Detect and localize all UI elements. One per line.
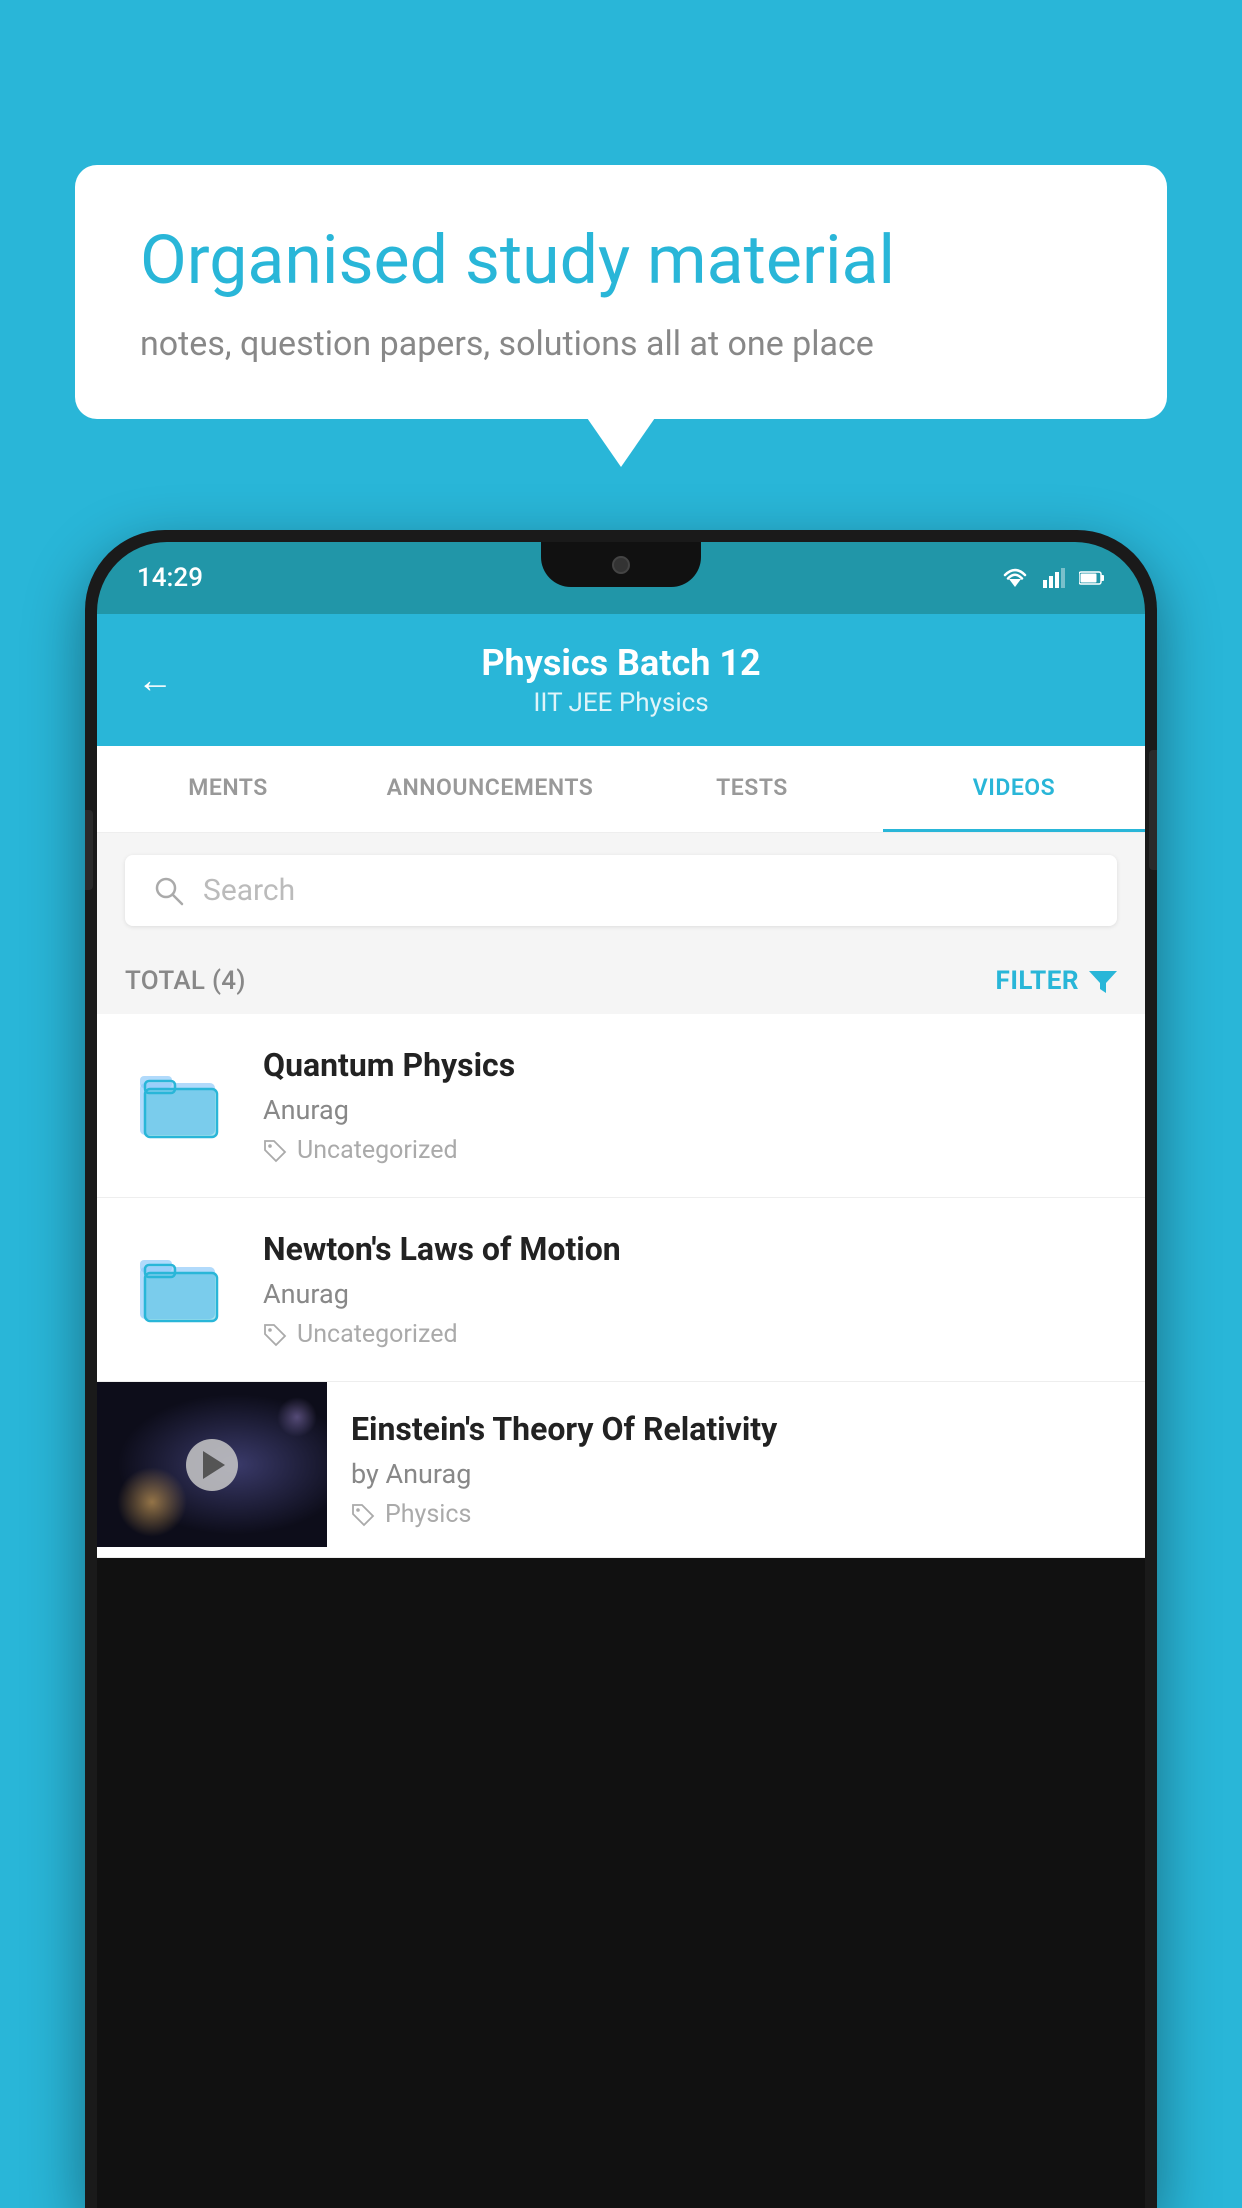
tag-icon-einstein bbox=[351, 1503, 375, 1527]
filter-button[interactable]: FILTER bbox=[996, 966, 1117, 996]
filter-row: TOTAL (4) FILTER bbox=[97, 948, 1145, 1014]
tag-icon-quantum bbox=[263, 1139, 287, 1163]
video-info-quantum: Quantum Physics Anurag Uncategorized bbox=[263, 1046, 1117, 1165]
video-author-quantum: Anurag bbox=[263, 1094, 1117, 1126]
search-icon bbox=[153, 875, 185, 907]
phone-inner: 14:29 bbox=[97, 542, 1145, 2208]
video-item-quantum[interactable]: Quantum Physics Anurag Uncategorized bbox=[97, 1014, 1145, 1198]
speech-bubble: Organised study material notes, question… bbox=[75, 165, 1167, 419]
orb2 bbox=[277, 1397, 317, 1437]
bubble-subtitle: notes, question papers, solutions all at… bbox=[140, 324, 1102, 364]
search-container: Search bbox=[97, 833, 1145, 948]
notch bbox=[541, 542, 701, 587]
search-bar[interactable]: Search bbox=[125, 855, 1117, 926]
tab-videos[interactable]: VIDEOS bbox=[883, 746, 1145, 832]
video-item-einstein[interactable]: Einstein's Theory Of Relativity by Anura… bbox=[97, 1382, 1145, 1558]
phone-frame: 14:29 bbox=[85, 530, 1157, 2208]
wifi-icon bbox=[1001, 567, 1029, 589]
side-button-left bbox=[85, 810, 93, 890]
tabs-bar: MENTS ANNOUNCEMENTS TESTS VIDEOS bbox=[97, 746, 1145, 833]
video-item-newton[interactable]: Newton's Laws of Motion Anurag Uncategor… bbox=[97, 1198, 1145, 1382]
side-button-right bbox=[1149, 750, 1157, 870]
notch-camera bbox=[612, 556, 630, 574]
orb1 bbox=[117, 1467, 187, 1537]
signal-icon bbox=[1043, 568, 1065, 588]
status-bar: 14:29 bbox=[97, 542, 1145, 614]
battery-icon bbox=[1079, 570, 1105, 586]
status-icons bbox=[1001, 567, 1105, 589]
speech-bubble-container: Organised study material notes, question… bbox=[75, 165, 1167, 419]
play-triangle bbox=[203, 1451, 225, 1479]
video-author-einstein: by Anurag bbox=[351, 1458, 1121, 1490]
app-header: ← Physics Batch 12 IIT JEE Physics bbox=[97, 614, 1145, 746]
video-thumb-quantum bbox=[125, 1046, 235, 1156]
video-info-einstein: Einstein's Theory Of Relativity by Anura… bbox=[327, 1382, 1145, 1557]
tab-announcements[interactable]: ANNOUNCEMENTS bbox=[359, 746, 621, 832]
play-button[interactable] bbox=[186, 1439, 238, 1491]
video-title-newton: Newton's Laws of Motion bbox=[263, 1230, 1117, 1268]
video-title-einstein: Einstein's Theory Of Relativity bbox=[351, 1410, 1121, 1448]
video-tag-newton: Uncategorized bbox=[263, 1320, 1117, 1349]
search-placeholder: Search bbox=[203, 873, 295, 908]
video-tag-quantum: Uncategorized bbox=[263, 1136, 1117, 1165]
tab-ments[interactable]: MENTS bbox=[97, 746, 359, 832]
header-title-block: Physics Batch 12 IIT JEE Physics bbox=[203, 642, 1039, 718]
video-tag-einstein: Physics bbox=[351, 1500, 1121, 1529]
total-label: TOTAL (4) bbox=[125, 966, 246, 996]
video-author-newton: Anurag bbox=[263, 1278, 1117, 1310]
folder-icon-newton bbox=[135, 1245, 225, 1325]
video-thumbnail-einstein bbox=[97, 1382, 327, 1547]
header-title: Physics Batch 12 bbox=[203, 642, 1039, 684]
folder-icon-quantum bbox=[135, 1061, 225, 1141]
back-button[interactable]: ← bbox=[137, 659, 173, 701]
header-subtitle: IIT JEE Physics bbox=[203, 688, 1039, 718]
status-time: 14:29 bbox=[137, 563, 203, 593]
video-title-quantum: Quantum Physics bbox=[263, 1046, 1117, 1084]
thumbnail-bg bbox=[97, 1382, 327, 1547]
bubble-title: Organised study material bbox=[140, 220, 1102, 302]
filter-icon bbox=[1089, 969, 1117, 993]
content-area: Quantum Physics Anurag Uncategorized bbox=[97, 1014, 1145, 1558]
video-info-newton: Newton's Laws of Motion Anurag Uncategor… bbox=[263, 1230, 1117, 1349]
video-thumb-newton bbox=[125, 1230, 235, 1340]
tag-icon-newton bbox=[263, 1323, 287, 1347]
tab-tests[interactable]: TESTS bbox=[621, 746, 883, 832]
